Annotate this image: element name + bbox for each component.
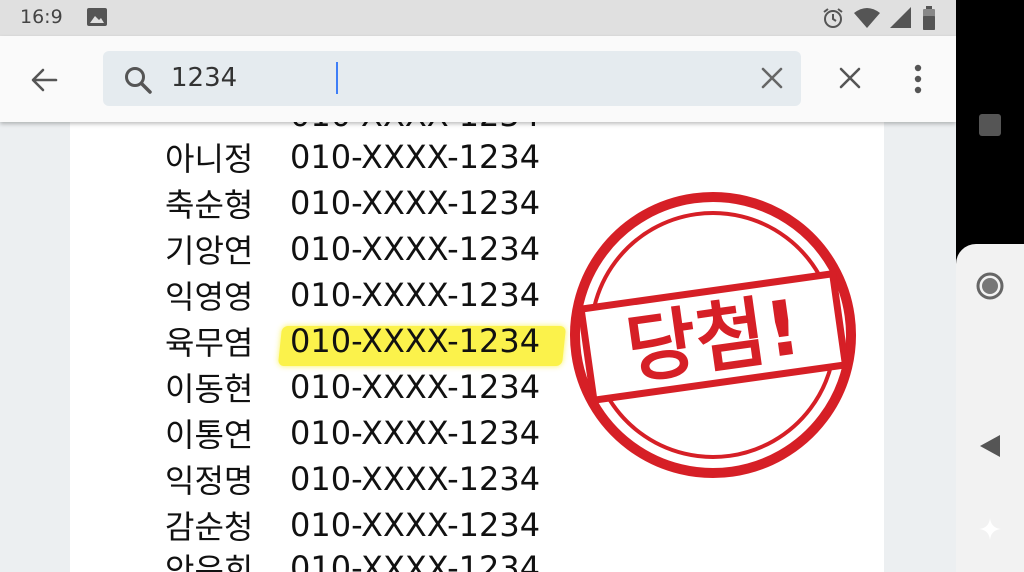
signal-icon xyxy=(890,7,911,28)
list-item: 기앙연 010-XXXX-1234 xyxy=(165,226,540,272)
winner-stamp: 당첨! xyxy=(570,192,856,478)
contact-phone: 010-XXXX-1234 xyxy=(290,276,541,314)
contact-name: 이동현 xyxy=(165,370,254,408)
back-triangle-icon[interactable] xyxy=(978,433,1002,459)
contact-phone: 010-XXXX-1234 xyxy=(290,368,541,406)
contact-phone: 010-XXXX-1234 xyxy=(290,138,541,176)
search-input[interactable] xyxy=(171,60,731,96)
contact-phone: 010-XXXX-1234 xyxy=(290,549,541,572)
contact-phone: 010-XXXX-1234 xyxy=(290,230,541,268)
contact-name: 감순청 xyxy=(165,508,254,546)
battery-icon xyxy=(923,6,935,30)
search-icon xyxy=(125,67,152,94)
contact-phone: 010-XXXX-1234 xyxy=(290,460,541,498)
contact-name: 이통연 xyxy=(165,416,254,454)
contact-name: 축순형 xyxy=(165,186,254,224)
contact-name: 안은희 xyxy=(165,551,254,572)
recents-square-icon[interactable] xyxy=(978,113,1002,137)
wifi-icon xyxy=(854,8,880,28)
sparkle-icon xyxy=(979,518,1001,540)
status-time: 16:9 xyxy=(20,6,63,28)
text-caret xyxy=(336,62,338,94)
search-toolbar xyxy=(0,36,956,122)
home-circle-icon[interactable] xyxy=(975,271,1005,301)
list-item: 감순청 010-XXXX-1234 xyxy=(165,502,540,548)
list-item: 이동현 010-XXXX-1234 xyxy=(165,364,540,410)
contact-phone: 010-XXXX-1234 xyxy=(290,184,541,222)
contact-phone: 010-XXXX-1234 xyxy=(290,506,541,544)
list-item: 익영영 010-XXXX-1234 xyxy=(165,272,540,318)
back-arrow-icon[interactable] xyxy=(26,62,62,98)
navigation-bar xyxy=(956,0,1024,572)
contact-name: 익정명 xyxy=(165,462,254,500)
search-box[interactable] xyxy=(103,51,801,106)
contact-name: 익영영 xyxy=(165,278,254,316)
clear-icon[interactable] xyxy=(758,64,786,92)
list-item: 아니정 010-XXXX-1234 xyxy=(165,134,540,180)
app-screen: 16:9 1234 아니정 010-XXXX-1234 축순형 010-XXXX… xyxy=(0,0,956,572)
contact-phone-text: 010-XXXX-1234 xyxy=(290,322,541,360)
list-item: 이통연 010-XXXX-1234 xyxy=(165,410,540,456)
alarm-icon xyxy=(823,8,843,28)
image-icon xyxy=(87,8,107,26)
contact-name: 육무염 xyxy=(165,324,254,362)
contact-name: 아니정 xyxy=(165,140,254,178)
list-item: 축순형 010-XXXX-1234 xyxy=(165,180,540,226)
list-item-highlighted: 육무염 010-XXXX-1234 xyxy=(165,318,567,366)
status-icons xyxy=(822,6,936,30)
status-bar: 16:9 xyxy=(0,0,956,36)
more-vert-icon[interactable] xyxy=(906,62,930,96)
close-icon[interactable] xyxy=(836,64,864,92)
contact-phone: 010-XXXX-1234 xyxy=(290,414,541,452)
list-item: 익정명 010-XXXX-1234 xyxy=(165,456,540,502)
contact-phone-highlighted: 010-XXXX-1234 xyxy=(277,322,567,366)
contact-name: 기앙연 xyxy=(165,232,254,270)
list-item-partial-bottom: 안은희 010-XXXX-1234 xyxy=(165,545,540,572)
